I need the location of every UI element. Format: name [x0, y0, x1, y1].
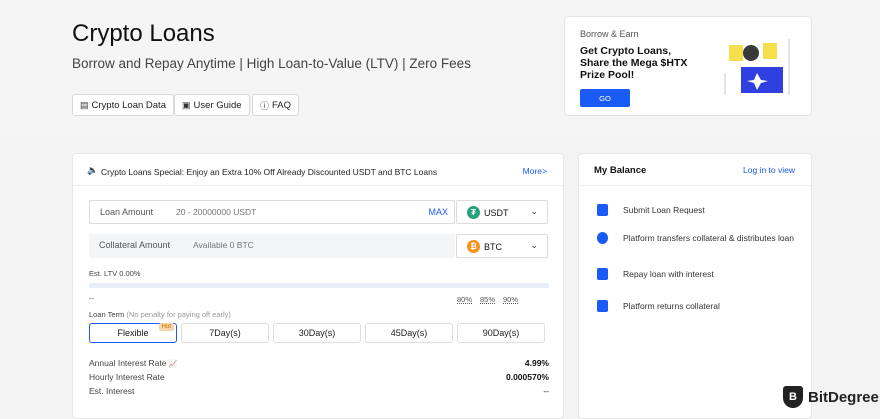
bitdegree-watermark: B BitDegree [783, 386, 879, 408]
term-30-days-label: 30Day(s) [298, 328, 336, 338]
loan-term-title: Loan Term [89, 310, 125, 319]
loan-notice-text: Crypto Loans Special: Enjoy an Extra 10%… [101, 167, 438, 177]
bitdegree-name: BitDegree [808, 388, 879, 406]
loan-amount-field[interactable]: Loan Amount MAX [89, 200, 455, 224]
usdt-icon: ₮ [467, 206, 480, 219]
term-flexible[interactable]: Flexible Hot [89, 323, 177, 343]
document-icon [597, 204, 608, 216]
user-guide-button[interactable]: ▣ User Guide [174, 94, 250, 116]
ltv-label: Est. LTV 0.00% [89, 269, 141, 278]
step-text: Submit Loan Request [623, 205, 705, 215]
wallet-icon [597, 300, 608, 312]
est-interest-row: Est. Interest -- [89, 386, 549, 396]
hourly-rate-value: 0.000570% [505, 372, 549, 382]
chevron-down-icon: ⌄ [530, 206, 538, 216]
faq-button[interactable]: ⓘ FAQ [252, 94, 300, 116]
loan-term-label: Loan Term (No penalty for paying off ear… [89, 310, 231, 319]
collateral-amount-field[interactable]: Collateral Amount [89, 234, 455, 258]
collateral-amount-input[interactable] [193, 237, 443, 253]
promo-go-button[interactable]: GO [580, 89, 630, 107]
promo-illustration-icon [724, 39, 790, 95]
balance-card: My Balance Log in to view Submit Loan Re… [578, 153, 812, 419]
loan-amount-label: Loan Amount [100, 207, 154, 217]
term-90-days[interactable]: 90Day(s) [457, 323, 545, 343]
loan-form-card: 🔈 Crypto Loans Special: Enjoy an Extra 1… [72, 153, 564, 419]
balance-header: My Balance Log in to view [579, 154, 811, 186]
promo-text: Get Crypto Loans, Share the Mega $HTX Pr… [580, 45, 688, 81]
est-interest-label: Est. Interest [89, 386, 135, 396]
btc-icon: ₿ [467, 240, 480, 253]
promo-banner[interactable]: Borrow & Earn Get Crypto Loans, Share th… [564, 16, 812, 116]
document-icon: ▤ [80, 99, 89, 110]
step-text: Repay loan with interest [623, 269, 714, 279]
ltv-mark-80: 80% [457, 295, 473, 304]
ltv-dash: -- [89, 294, 94, 303]
ltv-mark-85: 85% [480, 295, 496, 304]
step-text: Platform returns collateral [623, 301, 720, 311]
question-icon: ⓘ [260, 100, 270, 111]
term-45-days-label: 45Day(s) [390, 328, 428, 338]
annual-rate-row: Annual Interest Rate 📈 4.99% [89, 358, 549, 368]
page-title: Crypto Loans [72, 20, 215, 47]
user-guide-label: User Guide [193, 99, 242, 111]
loan-coin-value: USDT [484, 208, 509, 218]
term-45-days[interactable]: 45Day(s) [365, 323, 453, 343]
chevron-down-icon: ⌄ [530, 240, 538, 250]
term-30-days[interactable]: 30Day(s) [273, 323, 361, 343]
balance-title: My Balance [594, 165, 647, 176]
collateral-amount-label: Collateral Amount [99, 240, 171, 250]
collateral-coin-value: BTC [484, 242, 502, 252]
loan-amount-input[interactable] [176, 204, 426, 220]
promo-tag: Borrow & Earn [580, 29, 639, 39]
document-icon [597, 268, 608, 280]
hourly-rate-label: Hourly Interest Rate [89, 372, 165, 382]
ltv-mark-90: 90% [503, 295, 519, 304]
faq-label: FAQ [272, 99, 292, 111]
term-90-days-label: 90Day(s) [482, 328, 520, 338]
bitdegree-logo-icon: B [783, 386, 803, 408]
annual-rate-label: Annual Interest Rate [89, 358, 167, 368]
ltv-bar [89, 283, 549, 288]
login-link[interactable]: Log in to view [743, 165, 795, 175]
crypto-loan-data-label: Crypto Loan Data [91, 99, 166, 111]
hot-badge: Hot [158, 323, 174, 331]
step-text: Platform transfers collateral & distribu… [623, 233, 795, 243]
speaker-icon: 🔈 [87, 165, 99, 175]
loan-coin-select[interactable]: ₮ USDT ⌄ [456, 200, 548, 224]
page-subtitle: Borrow and Repay Anytime | High Loan-to-… [72, 56, 471, 71]
max-button[interactable]: MAX [428, 207, 448, 217]
book-icon: ▣ [182, 99, 191, 110]
term-7-days[interactable]: 7Day(s) [181, 323, 269, 343]
term-flexible-label: Flexible [117, 328, 149, 338]
chart-icon[interactable]: 📈 [169, 361, 178, 368]
term-7-days-label: 7Day(s) [209, 328, 241, 338]
loan-term-note: (No penalty for paying off early) [126, 310, 231, 319]
crypto-loan-data-button[interactable]: ▤ Crypto Loan Data [72, 94, 174, 116]
est-interest-value: -- [543, 386, 549, 396]
loan-notice-bar: 🔈 Crypto Loans Special: Enjoy an Extra 1… [73, 154, 563, 186]
hourly-rate-row: Hourly Interest Rate 0.000570% [89, 372, 549, 382]
more-link[interactable]: More> [523, 166, 547, 176]
collateral-coin-select[interactable]: ₿ BTC ⌄ [456, 234, 548, 258]
annual-rate-value: 4.99% [524, 358, 549, 368]
transfer-icon [597, 232, 608, 244]
